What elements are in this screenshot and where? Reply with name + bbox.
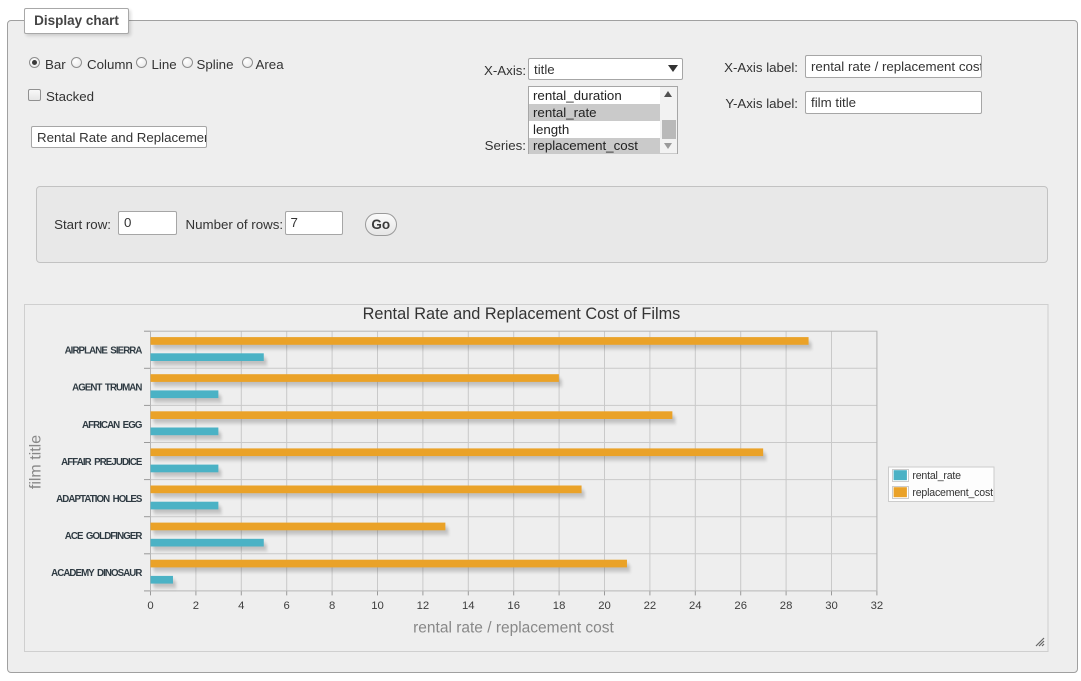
svg-text:4: 4: [238, 600, 244, 612]
svg-text:AFFAIR PREJUDICE: AFFAIR PREJUDICE: [61, 457, 143, 468]
svg-text:0: 0: [147, 600, 153, 612]
svg-text:rental rate / replacement cost: rental rate / replacement cost: [413, 620, 614, 637]
svg-text:film title: film title: [28, 435, 45, 489]
svg-text:ADAPTATION HOLES: ADAPTATION HOLES: [56, 494, 143, 505]
svg-text:ACADEMY DINOSAUR: ACADEMY DINOSAUR: [51, 568, 142, 579]
svg-text:28: 28: [780, 600, 793, 612]
svg-text:ACE GOLDFINGER: ACE GOLDFINGER: [65, 531, 143, 542]
svg-text:22: 22: [644, 600, 657, 612]
svg-text:AGENT TRUMAN: AGENT TRUMAN: [72, 383, 142, 394]
svg-text:Rental Rate and Replacement Co: Rental Rate and Replacement Cost of Film…: [363, 305, 681, 323]
svg-text:rental_rate: rental_rate: [912, 470, 961, 482]
svg-text:AIRPLANE SIERRA: AIRPLANE SIERRA: [65, 346, 143, 357]
svg-text:6: 6: [284, 600, 290, 612]
svg-text:2: 2: [193, 600, 199, 612]
svg-text:32: 32: [871, 600, 884, 612]
svg-text:replacement_cost: replacement_cost: [912, 487, 993, 499]
svg-text:16: 16: [507, 600, 520, 612]
svg-text:24: 24: [689, 600, 702, 612]
svg-text:20: 20: [598, 600, 611, 612]
svg-text:10: 10: [371, 600, 384, 612]
svg-text:18: 18: [553, 600, 566, 612]
svg-text:14: 14: [462, 600, 475, 612]
svg-text:26: 26: [734, 600, 747, 612]
svg-text:12: 12: [417, 600, 430, 612]
svg-text:30: 30: [825, 600, 838, 612]
svg-text:AFRICAN EGG: AFRICAN EGG: [82, 420, 142, 431]
svg-text:8: 8: [329, 600, 335, 612]
